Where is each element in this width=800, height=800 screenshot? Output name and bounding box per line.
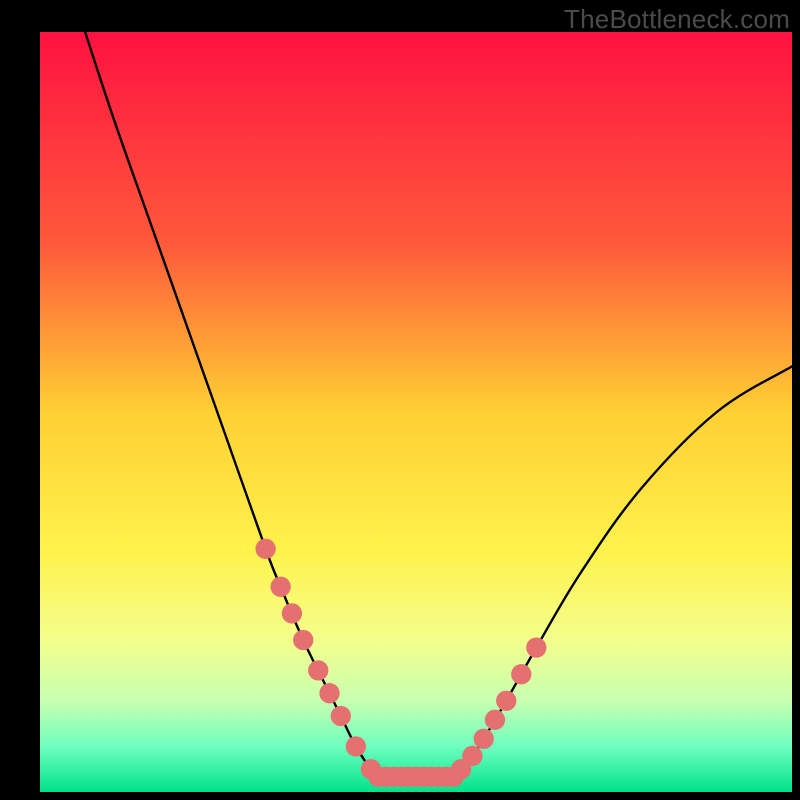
data-marker — [511, 664, 531, 684]
watermark-text: TheBottleneck.com — [564, 4, 790, 35]
chart-frame: TheBottleneck.com — [0, 0, 800, 800]
data-marker — [308, 660, 328, 680]
data-marker — [319, 683, 339, 703]
chart-svg — [0, 0, 800, 800]
data-marker — [474, 729, 494, 749]
plot-background — [40, 32, 792, 792]
data-marker — [331, 706, 351, 726]
data-marker — [485, 710, 505, 730]
data-marker — [293, 630, 313, 650]
data-marker — [496, 691, 516, 711]
data-marker — [270, 577, 290, 597]
data-marker — [462, 746, 482, 766]
data-marker — [526, 637, 546, 657]
data-marker — [346, 736, 366, 756]
data-marker — [282, 603, 302, 623]
data-marker — [255, 539, 275, 559]
